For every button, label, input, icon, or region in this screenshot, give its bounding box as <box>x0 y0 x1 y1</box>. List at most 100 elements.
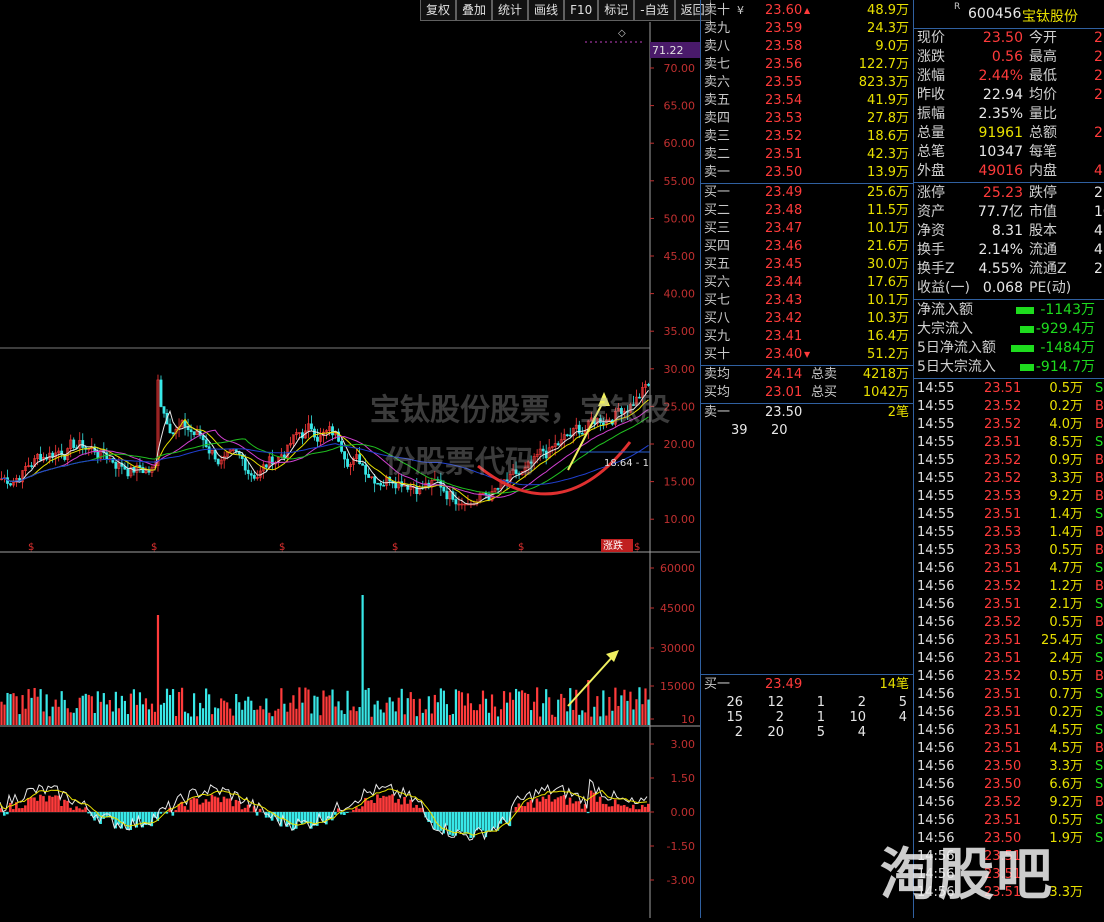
diamond-icon: ◇ <box>618 28 626 39</box>
candle-body <box>383 485 385 486</box>
toolbar-button-2[interactable]: 统计 <box>492 0 528 21</box>
toolbar-button-5[interactable]: 标记 <box>598 0 634 21</box>
volume-bar <box>205 688 207 725</box>
tick-side: S <box>1095 650 1103 668</box>
volume-bar <box>178 692 180 725</box>
bid-row[interactable]: 买六23.4417.6万 <box>701 274 913 292</box>
price-axis-label: 15.00 <box>664 476 696 489</box>
volume-bar <box>223 701 225 725</box>
ask-row[interactable]: 卖四23.5327.8万 <box>701 110 913 128</box>
candle-body <box>368 474 370 477</box>
price-axis-label: 40.00 <box>664 288 696 301</box>
volume-bar <box>578 715 580 725</box>
zhangdie-badge[interactable]: 涨跌 <box>603 539 623 552</box>
ask-label: 卖六 <box>704 74 730 92</box>
quote-value: 10 <box>1094 203 1104 222</box>
kline-chart-svg[interactable]: 70.0065.0060.0055.0050.0045.0040.0035.00… <box>0 22 700 918</box>
tick-price: 23.51 <box>984 722 1021 740</box>
macd-bar <box>355 807 358 812</box>
bid-row[interactable]: 买五23.4530.0万 <box>701 256 913 274</box>
bid-row[interactable]: 买一23.4925.6万 <box>701 184 913 202</box>
tick-volume: 4.5万 <box>1049 722 1083 740</box>
macd-bar <box>343 812 346 815</box>
bid-row[interactable]: 买九23.4116.4万 <box>701 328 913 346</box>
bid-row[interactable]: 买四23.4621.6万 <box>701 238 913 256</box>
volume-bar <box>112 712 114 725</box>
ask-volume: 122.7万 <box>859 56 909 74</box>
volume-bar <box>632 709 634 725</box>
ask-row[interactable]: 卖十23.6048.9万¥▲ <box>701 2 913 20</box>
macd-bar <box>460 812 463 832</box>
ask-row[interactable]: 卖三23.5218.6万 <box>701 128 913 146</box>
bid-row[interactable]: 买七23.4310.1万 <box>701 292 913 310</box>
volume-bar <box>455 689 457 725</box>
bid-row[interactable]: 买十23.4051.2万▼ <box>701 346 913 364</box>
volume-bar <box>142 704 144 725</box>
ask-row[interactable]: 卖八23.589.0万 <box>701 38 913 56</box>
candle-body <box>235 450 237 452</box>
candle-body <box>30 466 32 467</box>
toolbar-button-3[interactable]: 画线 <box>528 0 564 21</box>
volume-bar <box>608 697 610 725</box>
avg-price: 24.14 <box>765 366 802 384</box>
tick-time: 14:56 <box>917 578 954 596</box>
volume-bar <box>581 710 583 725</box>
volume-bar <box>21 695 23 725</box>
price-axis-label: 65.00 <box>664 100 696 113</box>
macd-axis-label: -3.00 <box>667 874 695 887</box>
quote-value: 4.55% <box>979 260 1023 279</box>
macd-bar <box>557 797 560 812</box>
ask-row[interactable]: 卖九23.5924.3万 <box>701 20 913 38</box>
volume-bar <box>325 697 327 725</box>
price-axis-label: 55.00 <box>664 175 696 188</box>
macd-bar <box>235 800 238 812</box>
ask-volume: 823.3万 <box>859 74 909 92</box>
macd-bar <box>394 803 397 812</box>
quote-value: 4. <box>1094 222 1104 241</box>
queue-order: 5 <box>817 724 825 742</box>
macd-axis-label: 0.00 <box>671 806 696 819</box>
flow-label: 5日净流入额 <box>917 339 996 358</box>
ask-row[interactable]: 卖七23.56122.7万 <box>701 56 913 74</box>
ask-row[interactable]: 卖六23.55823.3万 <box>701 74 913 92</box>
candle-body <box>331 427 333 435</box>
tick-volume: 4.0万 <box>1049 416 1083 434</box>
toolbar-button-1[interactable]: 叠加 <box>456 0 492 21</box>
volume-axis-label: 60000 <box>660 562 695 575</box>
toolbar-button-4[interactable]: F10 <box>564 0 598 21</box>
volume-bar <box>58 707 60 725</box>
volume-bar <box>214 707 216 725</box>
ask-row[interactable]: 卖二23.5142.3万 <box>701 146 913 164</box>
quote-key: 内盘 <box>1029 162 1057 181</box>
tick-time: 14:55 <box>917 506 954 524</box>
toolbar-button-0[interactable]: 复权 <box>420 0 456 21</box>
volume-bar <box>368 688 370 725</box>
tick-time: 14:56 <box>917 812 954 830</box>
flow-bar <box>1016 307 1034 314</box>
bid-row[interactable]: 买三23.4710.1万 <box>701 220 913 238</box>
volume-bar <box>121 696 123 725</box>
macd-bar <box>530 800 533 812</box>
toolbar-button-6[interactable]: -自选 <box>634 0 674 21</box>
bid-row[interactable]: 买二23.4811.5万 <box>701 202 913 220</box>
tick-price: 23.52 <box>984 614 1021 632</box>
volume-bar <box>530 710 532 725</box>
flow-value: -1484万 <box>1040 339 1095 358</box>
bid-row[interactable]: 买八23.4210.3万 <box>701 310 913 328</box>
ask-row[interactable]: 卖一23.5013.9万 <box>701 164 913 182</box>
kline-chart-area[interactable]: 70.0065.0060.0055.0050.0045.0040.0035.00… <box>0 22 700 918</box>
candle-body <box>362 464 364 466</box>
volume-bar <box>346 691 348 725</box>
volume-bar <box>587 680 589 725</box>
volume-axis-label: 45000 <box>660 602 695 615</box>
candle-body <box>217 459 219 464</box>
macd-bar <box>265 812 268 818</box>
volume-bar <box>52 707 54 725</box>
volume-bar <box>473 710 475 725</box>
tick-row: 14:5523.531.4万B <box>914 524 1104 542</box>
tick-row: 14:5523.524.0万B <box>914 416 1104 434</box>
volume-bar <box>509 692 511 725</box>
tick-volume: 2.1万 <box>1049 596 1083 614</box>
macd-bar <box>352 810 355 812</box>
ask-row[interactable]: 卖五23.5441.9万 <box>701 92 913 110</box>
